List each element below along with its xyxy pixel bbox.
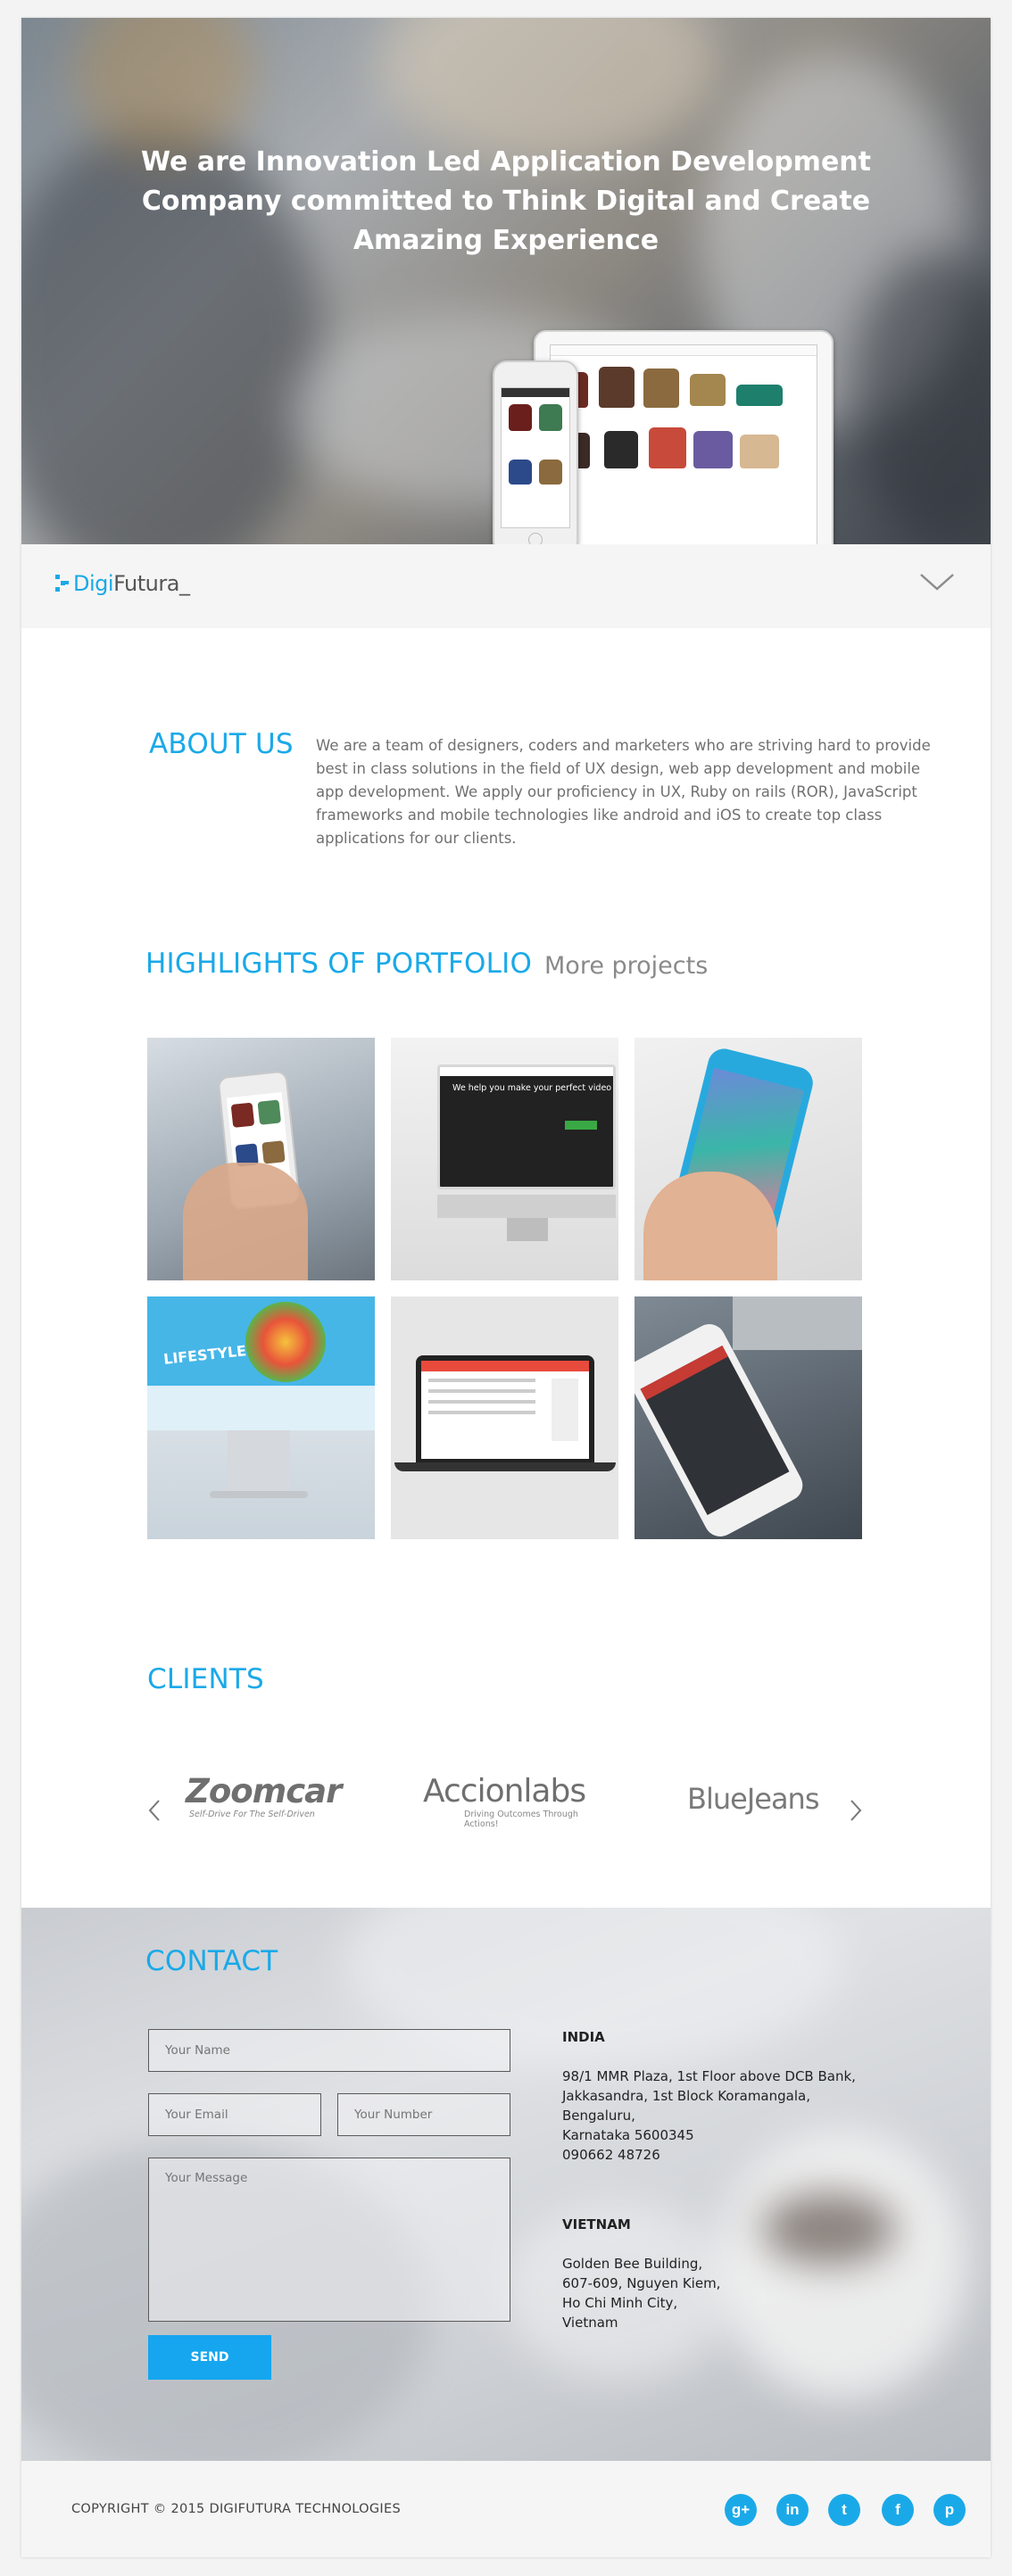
footer: COPYRIGHT © 2015 DIGIFUTURA TECHNOLOGIES…: [21, 2461, 991, 2557]
chevron-right-icon[interactable]: [848, 1797, 864, 1824]
client-logo-zoomcar[interactable]: Zoomcar Self-Drive For The Self-Driven: [186, 1772, 342, 1836]
send-button[interactable]: SEND: [148, 2335, 271, 2380]
linkedin-icon[interactable]: in: [776, 2494, 809, 2526]
phone-mockup: [493, 360, 578, 544]
client-tagline-zoomcar: Self-Drive For The Self-Driven: [189, 1810, 315, 1819]
logo[interactable]: DigiFutura_: [55, 571, 190, 596]
logo-icon: [55, 573, 70, 594]
copyright-text: COPYRIGHT © 2015 DIGIFUTURA TECHNOLOGIES: [71, 2502, 401, 2516]
email-field[interactable]: [148, 2093, 321, 2136]
page: We are Innovation Led Application Develo…: [21, 18, 991, 2557]
client-logo-bluejeans[interactable]: BlueJeans: [687, 1774, 821, 1836]
portfolio-item-video-site[interactable]: We help you make your perfect video: [391, 1038, 618, 1280]
contact-section: CONTACT SEND INDIA 98/1 MMR Plaza, 1st F…: [21, 1908, 991, 2461]
pinterest-icon[interactable]: p: [933, 2494, 966, 2526]
about-text: We are a team of designers, coders and m…: [316, 737, 931, 847]
client-name-accionlabs: Accionlabs: [423, 1773, 586, 1810]
office-heading-vietnam: VIETNAM: [562, 2216, 631, 2232]
tablet-mockup: [534, 330, 834, 544]
office-address-india: 98/1 MMR Plaza, 1st Floor above DCB Bank…: [562, 2068, 856, 2163]
name-field[interactable]: [148, 2029, 510, 2072]
twitter-icon[interactable]: t: [828, 2494, 860, 2526]
brand-bar: DigiFutura_: [21, 544, 991, 628]
client-logo-accionlabs[interactable]: Accionlabs Driving Outcomes Through Acti…: [423, 1774, 601, 1836]
more-projects-link[interactable]: More projects: [544, 952, 708, 980]
office-address-vietnam: Golden Bee Building, 607-609, Nguyen Kie…: [562, 2256, 721, 2331]
clients-title: CLIENTS: [147, 1663, 264, 1695]
portfolio-item-iphone[interactable]: [635, 1038, 862, 1280]
chevron-down-icon[interactable]: [917, 567, 957, 594]
portfolio-item-laptop-app[interactable]: [391, 1296, 618, 1539]
contact-title: CONTACT: [145, 1945, 278, 1977]
hero-banner: We are Innovation Led Application Develo…: [21, 18, 991, 544]
video-site-headline: We help you make your perfect video: [452, 1083, 612, 1093]
hero-headline: We are Innovation Led Application Develo…: [141, 146, 871, 256]
portfolio-item-tracking-app[interactable]: [635, 1296, 862, 1539]
number-field[interactable]: [337, 2093, 510, 2136]
message-field[interactable]: [148, 2158, 510, 2322]
client-name-zoomcar: Zoomcar: [186, 1772, 342, 1810]
portfolio-title: HIGHLIGHTS OF PORTFOLIO: [145, 948, 533, 980]
facebook-icon[interactable]: f: [882, 2494, 914, 2526]
client-name-bluejeans: BlueJeans: [687, 1782, 820, 1816]
google-plus-icon[interactable]: g+: [725, 2494, 757, 2526]
chevron-left-icon[interactable]: [146, 1797, 162, 1824]
client-tagline-accionlabs: Driving Outcomes Through Actions!: [464, 1810, 578, 1829]
logo-text: DigiFutura_: [73, 571, 190, 596]
about-title: ABOUT US: [149, 728, 294, 760]
portfolio-item-lifestyle-site[interactable]: LIFESTYLE: [147, 1296, 375, 1539]
office-heading-india: INDIA: [562, 2029, 605, 2045]
portfolio-item-shopping-app[interactable]: [147, 1038, 375, 1280]
